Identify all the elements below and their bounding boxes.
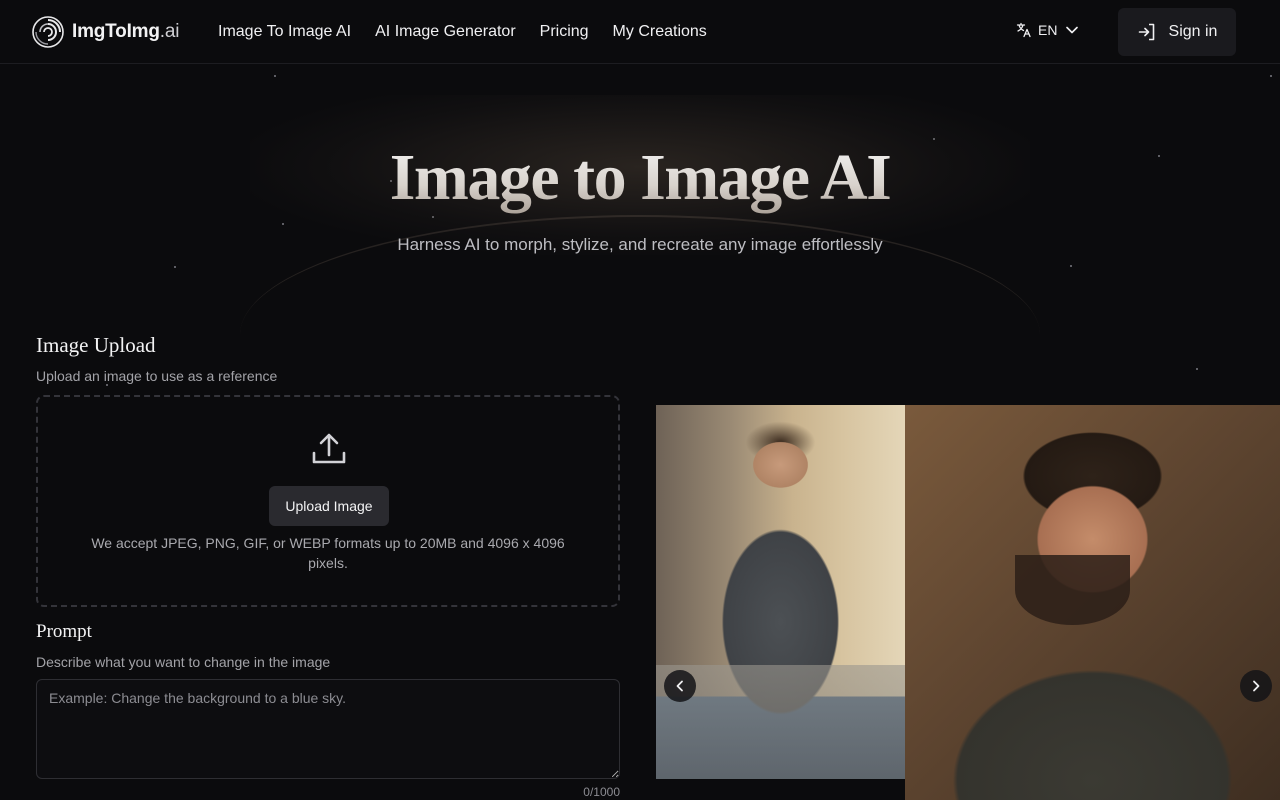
nav-link-image-to-image[interactable]: Image To Image AI (218, 23, 351, 41)
chevron-right-icon (1253, 680, 1260, 692)
image-upload-title: Image Upload (36, 333, 156, 357)
hero-subtitle: Harness AI to morph, stylize, and recrea… (397, 235, 883, 254)
example-photo-street (656, 405, 905, 779)
brand-name-suffix: .ai (159, 21, 180, 42)
upload-icon (312, 433, 346, 464)
star-decoration (1270, 75, 1272, 77)
gallery-prev-button[interactable] (664, 670, 696, 702)
brand-name: ImgToImg.ai (72, 21, 179, 43)
image-upload-description: Upload an image to use as a reference (36, 368, 278, 384)
nav-link-ai-image-generator[interactable]: AI Image Generator (375, 23, 516, 41)
example-gallery (656, 405, 1280, 800)
chevron-left-icon (676, 680, 683, 692)
upload-image-button[interactable]: Upload Image (269, 486, 389, 526)
upload-dropzone[interactable]: Upload Image We accept JPEG, PNG, GIF, o… (36, 395, 620, 607)
hero-title: Image to Image AI (0, 140, 1280, 216)
prompt-title: Prompt (36, 621, 92, 642)
star-decoration (106, 384, 108, 386)
language-label: EN (1038, 22, 1058, 38)
main-nav: Image To Image AI AI Image Generator Pri… (218, 0, 731, 64)
prompt-char-counter: 0/1000 (583, 785, 620, 799)
star-decoration (174, 266, 176, 268)
brand-name-main: ImgToImg (72, 21, 160, 42)
spiral-logo-icon (32, 16, 64, 48)
top-navbar: ImgToImg.ai Image To Image AI AI Image G… (0, 0, 1280, 64)
example-photo-portrait (905, 405, 1280, 800)
star-decoration (1070, 265, 1072, 267)
brand-logo[interactable]: ImgToImg.ai (32, 16, 179, 48)
nav-link-my-creations[interactable]: My Creations (613, 23, 707, 41)
prompt-description: Describe what you want to change in the … (36, 654, 331, 670)
gallery-next-button[interactable] (1240, 670, 1272, 702)
upload-format-note: We accept JPEG, PNG, GIF, or WEBP format… (91, 535, 565, 571)
sign-in-icon (1138, 23, 1154, 41)
chevron-down-icon (1066, 26, 1079, 34)
sign-in-button[interactable]: Sign in (1118, 8, 1236, 56)
prompt-textarea[interactable] (36, 679, 620, 779)
star-decoration (274, 75, 276, 77)
sign-in-label: Sign in (1168, 23, 1218, 40)
photo-portrait-beard (1015, 555, 1130, 625)
language-selector[interactable]: EN (1016, 22, 1079, 38)
star-decoration (1196, 368, 1198, 370)
translate-icon (1016, 22, 1031, 38)
nav-link-pricing[interactable]: Pricing (540, 23, 589, 41)
